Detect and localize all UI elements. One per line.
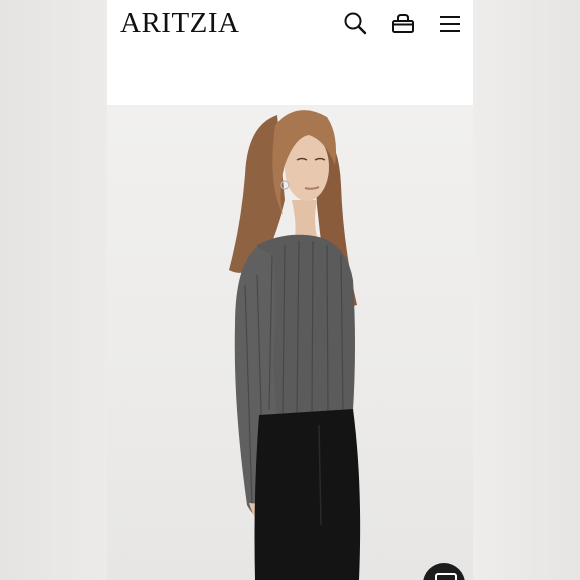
shopping-bag-icon — [392, 14, 414, 33]
mobile-page: ARITZIA · · · — [107, 0, 473, 580]
truncated-text: · · · — [123, 42, 153, 50]
model-illustration — [229, 110, 361, 580]
aritzia-logo[interactable]: ARITZIA — [120, 7, 239, 40]
hamburger-menu-icon — [440, 16, 460, 32]
shopping-bag-button[interactable] — [389, 10, 417, 38]
site-header: ARITZIA · · · — [107, 0, 473, 105]
menu-button[interactable] — [436, 10, 464, 38]
search-button[interactable] — [342, 10, 370, 38]
product-photo[interactable] — [107, 105, 473, 580]
left-background — [0, 0, 107, 580]
right-background — [473, 0, 580, 580]
search-icon — [344, 12, 367, 35]
chat-icon — [435, 573, 457, 580]
